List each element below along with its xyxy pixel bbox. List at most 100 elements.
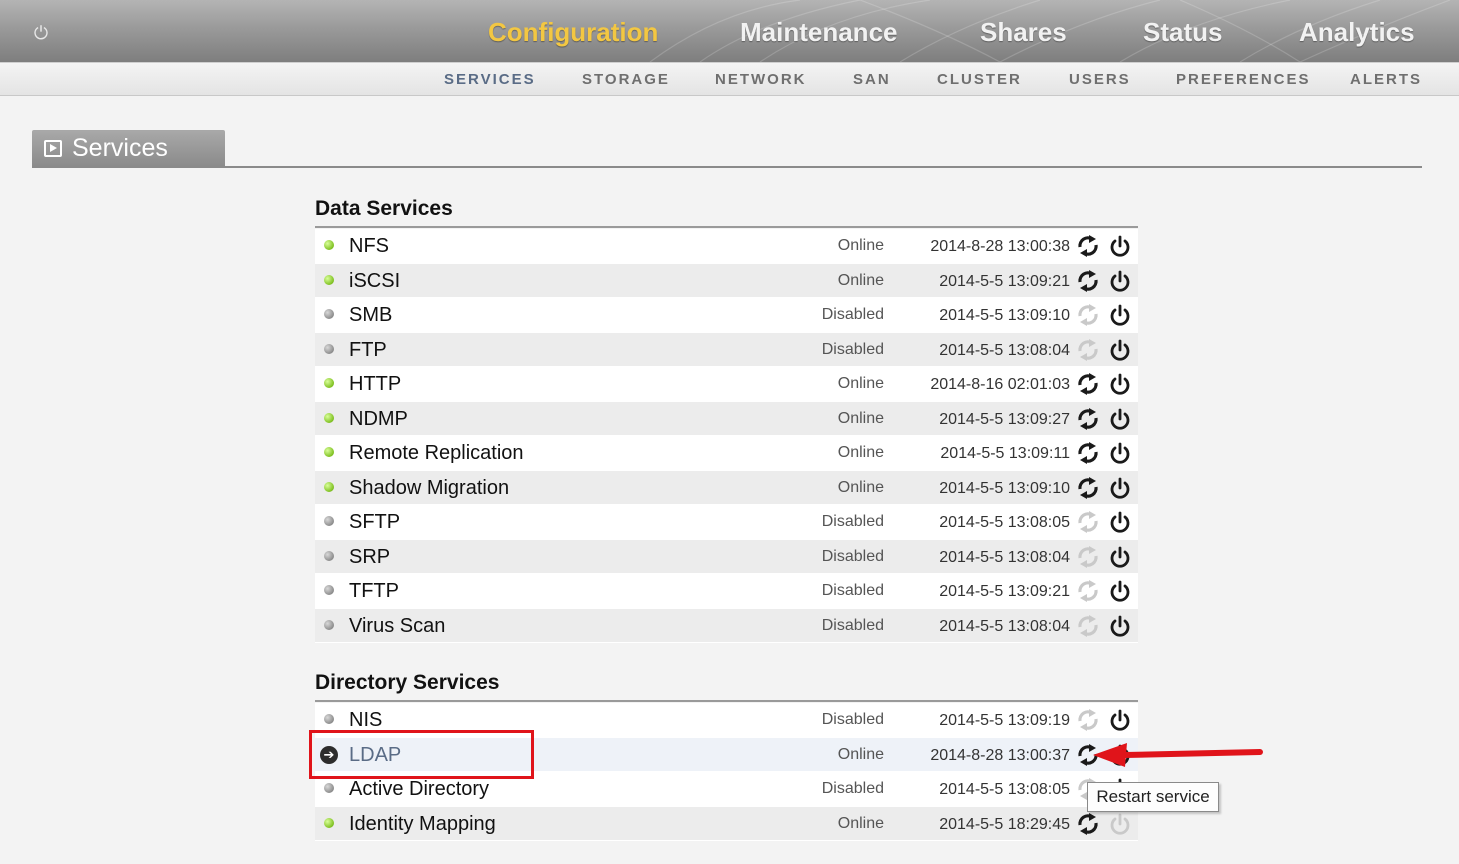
- service-name[interactable]: SFTP: [349, 511, 400, 534]
- power-icon[interactable]: [1109, 407, 1131, 431]
- service-row-nfs[interactable]: NFS Online 2014-8-28 13:00:38: [315, 229, 1138, 264]
- status-disabled-icon: [324, 516, 334, 526]
- service-name[interactable]: Remote Replication: [349, 442, 524, 465]
- service-timestamp: 2014-5-5 13:09:19: [939, 712, 1070, 729]
- restart-icon[interactable]: [1076, 476, 1100, 499]
- subnav-san[interactable]: SAN: [853, 71, 891, 88]
- restart-icon[interactable]: [1076, 545, 1100, 568]
- power-icon[interactable]: [1109, 269, 1131, 293]
- restart-icon[interactable]: [1076, 338, 1100, 361]
- restart-icon[interactable]: [1076, 614, 1100, 637]
- power-icon[interactable]: [1109, 441, 1131, 465]
- service-status: Disabled: [821, 780, 884, 797]
- data-services-list: NFS Online 2014-8-28 13:00:38 iSCSI Online 20…: [315, 229, 1138, 643]
- service-row-http[interactable]: HTTP Online 2014-8-16 02:01:03: [315, 367, 1138, 402]
- service-name[interactable]: TFTP: [349, 580, 399, 603]
- restart-icon[interactable]: [1076, 269, 1100, 292]
- restart-icon[interactable]: [1076, 511, 1100, 533]
- restart-icon[interactable]: [1076, 373, 1100, 395]
- power-icon[interactable]: [1109, 510, 1131, 534]
- status-disabled-icon: [324, 619, 334, 630]
- status-online-icon: [324, 447, 334, 457]
- service-status: Online: [837, 375, 884, 392]
- restart-icon[interactable]: [1076, 812, 1100, 835]
- subnav-services[interactable]: SERVICES: [444, 71, 536, 88]
- status-disabled-icon: [324, 714, 334, 724]
- expand-icon: [44, 140, 62, 157]
- status-online-icon: [324, 274, 334, 285]
- service-timestamp: 2014-5-5 13:08:04: [939, 341, 1070, 359]
- service-row-srp[interactable]: SRP Disabled 2014-5-5 13:08:04: [315, 539, 1138, 574]
- power-icon[interactable]: [1109, 545, 1131, 569]
- section-tab-services[interactable]: Services: [32, 130, 225, 167]
- service-status: Disabled: [821, 513, 884, 530]
- tab-configuration[interactable]: Configuration: [488, 17, 658, 48]
- tab-maintenance[interactable]: Maintenance: [740, 17, 898, 48]
- tab-status[interactable]: Status: [1143, 17, 1222, 48]
- service-name[interactable]: SMB: [349, 304, 392, 327]
- service-status: Online: [837, 444, 884, 461]
- service-status: Disabled: [821, 306, 884, 323]
- restart-icon[interactable]: [1076, 304, 1100, 326]
- subnav-network[interactable]: NETWORK: [715, 71, 807, 88]
- service-timestamp: 2014-8-16 02:01:03: [930, 376, 1070, 393]
- service-row-ftp[interactable]: FTP Disabled 2014-5-5 13:08:04: [315, 332, 1138, 367]
- restart-icon[interactable]: [1076, 442, 1100, 464]
- service-row-ndmp[interactable]: NDMP Online 2014-5-5 13:09:27: [315, 401, 1138, 436]
- service-status: Online: [837, 237, 884, 254]
- service-name[interactable]: FTP: [349, 339, 387, 362]
- section-title: Services: [72, 134, 168, 162]
- service-timestamp: 2014-5-5 18:29:45: [939, 815, 1070, 833]
- restart-icon[interactable]: [1076, 580, 1100, 602]
- service-name[interactable]: NIS: [349, 709, 382, 732]
- service-timestamp: 2014-5-5 13:09:21: [939, 272, 1070, 290]
- subnav-cluster[interactable]: CLUSTER: [937, 71, 1022, 88]
- service-row-shadow-migration[interactable]: Shadow Migration Online 2014-5-5 13:09:10: [315, 470, 1138, 505]
- service-row-iscsi[interactable]: iSCSI Online 2014-5-5 13:09:21: [315, 263, 1138, 298]
- restart-icon[interactable]: [1076, 407, 1100, 430]
- service-name[interactable]: NDMP: [349, 408, 408, 431]
- power-icon[interactable]: [1109, 234, 1131, 258]
- service-row-identity-mapping[interactable]: Identity Mapping Online 2014-5-5 18:29:45: [315, 806, 1138, 841]
- service-row-smb[interactable]: SMB Disabled 2014-5-5 13:09:10: [315, 298, 1138, 333]
- service-name[interactable]: Identity Mapping: [349, 813, 496, 836]
- power-icon[interactable]: [1109, 614, 1131, 638]
- service-row-tftp[interactable]: TFTP Disabled 2014-5-5 13:09:21: [315, 574, 1138, 609]
- status-online-icon: [324, 412, 334, 423]
- subnav-preferences[interactable]: PREFERENCES: [1176, 71, 1311, 88]
- service-status: Online: [837, 478, 884, 496]
- tab-shares[interactable]: Shares: [980, 17, 1067, 48]
- service-name[interactable]: HTTP: [349, 373, 401, 396]
- service-timestamp: 2014-8-28 13:00:38: [930, 238, 1070, 255]
- service-name[interactable]: Active Directory: [349, 778, 489, 801]
- service-timestamp: 2014-5-5 13:09:11: [940, 445, 1070, 462]
- restart-icon[interactable]: [1076, 709, 1100, 731]
- power-icon[interactable]: [1109, 303, 1131, 327]
- power-icon[interactable]: [1109, 372, 1131, 396]
- group-title-data-services: Data Services: [315, 197, 453, 220]
- subnav-storage[interactable]: STORAGE: [582, 71, 670, 88]
- service-name[interactable]: SRP: [349, 546, 390, 569]
- service-timestamp: 2014-5-5 13:09:10: [939, 479, 1070, 497]
- subnav-users[interactable]: USERS: [1069, 71, 1131, 88]
- service-row-virus-scan[interactable]: Virus Scan Disabled 2014-5-5 13:08:04: [315, 608, 1138, 643]
- power-icon[interactable]: [1109, 579, 1131, 603]
- power-icon[interactable]: [1109, 338, 1131, 362]
- service-name[interactable]: Virus Scan: [349, 615, 445, 638]
- power-icon[interactable]: [1109, 812, 1131, 836]
- service-name[interactable]: Shadow Migration: [349, 477, 509, 500]
- restart-icon[interactable]: [1076, 235, 1100, 257]
- subnav-alerts[interactable]: ALERTS: [1350, 71, 1422, 88]
- power-icon[interactable]: [1109, 708, 1131, 732]
- service-name[interactable]: NFS: [349, 235, 389, 258]
- service-row-sftp[interactable]: SFTP Disabled 2014-5-5 13:08:05: [315, 505, 1138, 540]
- highlight-box: [309, 730, 534, 779]
- main-nav: Configuration Maintenance Shares Status …: [0, 17, 1459, 51]
- service-name[interactable]: iSCSI: [349, 270, 400, 293]
- service-row-remote-replication[interactable]: Remote Replication Online 2014-5-5 13:09:1…: [315, 436, 1138, 471]
- service-status: Disabled: [821, 616, 884, 634]
- service-timestamp: 2014-8-28 13:00:37: [930, 746, 1070, 764]
- power-icon[interactable]: [1109, 476, 1131, 500]
- service-status: Disabled: [821, 547, 884, 565]
- tab-analytics[interactable]: Analytics: [1299, 17, 1415, 48]
